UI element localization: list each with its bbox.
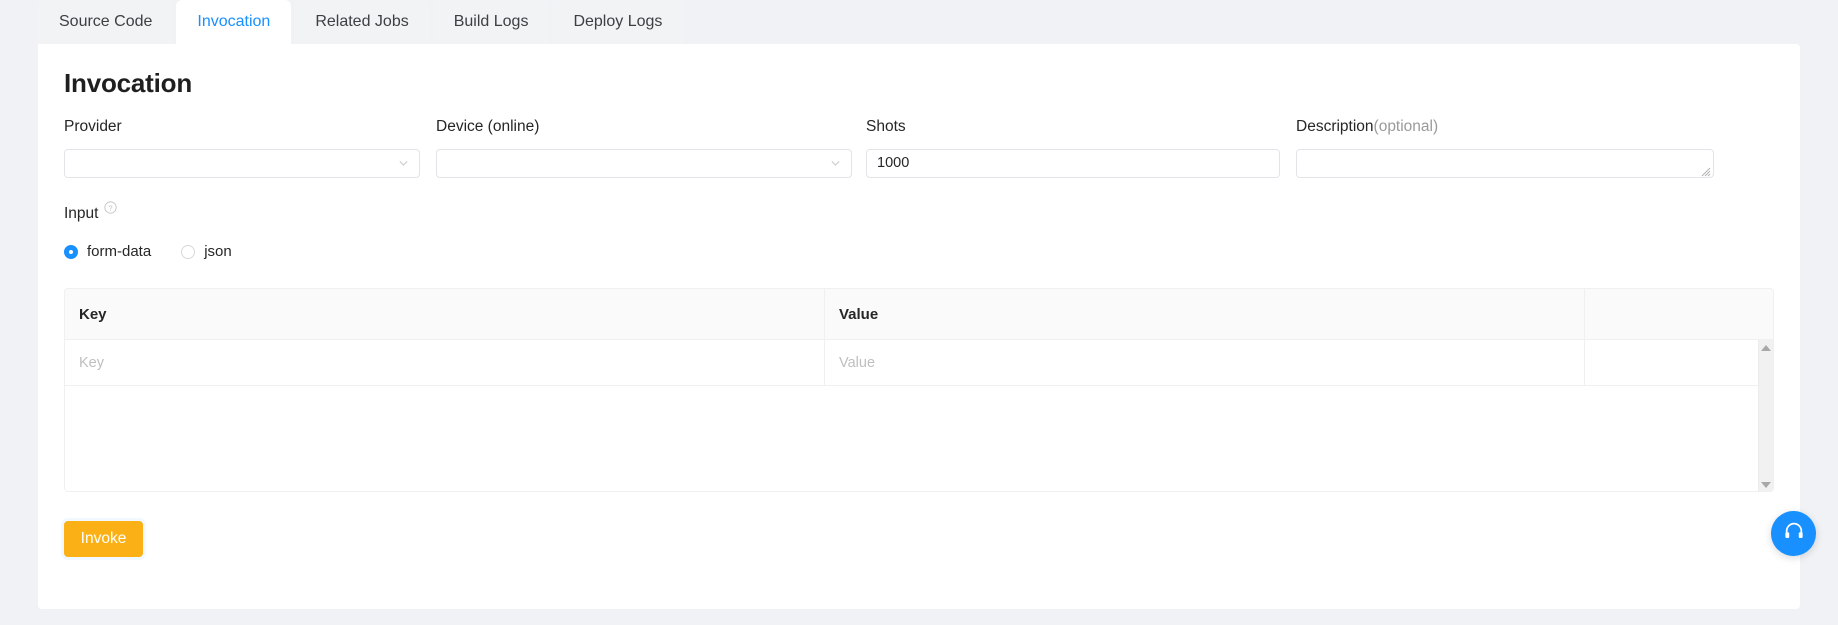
table-cell-action[interactable] <box>1585 340 1773 385</box>
description-label-text: Description <box>1296 118 1374 135</box>
invocation-form: Provider Device (online) Shots 1000 Desc… <box>64 119 1774 194</box>
provider-field: Provider <box>64 119 420 178</box>
tab-invocation[interactable]: Invocation <box>176 0 292 44</box>
table-header-action <box>1585 289 1773 339</box>
page-title: Invocation <box>64 68 193 98</box>
table-scrollbar[interactable] <box>1758 340 1773 491</box>
shots-field: Shots 1000 <box>866 119 1280 178</box>
scroll-up-button[interactable] <box>1759 341 1773 355</box>
radio-mark-icon <box>181 244 196 259</box>
scroll-down-button[interactable] <box>1759 478 1773 491</box>
tab-deploy-logs[interactable]: Deploy Logs <box>552 0 684 44</box>
table-cell-value[interactable]: Value <box>825 340 1585 385</box>
tab-label: Source Code <box>59 13 153 30</box>
table-header-value: Value <box>825 289 1585 339</box>
tab-bar: Source Code Invocation Related Jobs Buil… <box>0 0 1838 44</box>
tab-related-jobs[interactable]: Related Jobs <box>294 0 430 44</box>
tab-label: Deploy Logs <box>573 13 663 30</box>
resize-grip-icon[interactable] <box>1701 165 1711 176</box>
provider-select[interactable] <box>64 148 420 178</box>
headset-icon <box>1783 520 1805 547</box>
description-label: Description(optional) <box>1296 119 1714 135</box>
radio-mark-icon <box>64 244 78 259</box>
tab-source-code[interactable]: Source Code <box>38 0 174 44</box>
table-cell-key[interactable]: Key <box>65 340 825 385</box>
shots-label: Shots <box>866 118 906 135</box>
support-button[interactable] <box>1771 511 1816 556</box>
description-field: Description(optional) <box>1296 119 1714 178</box>
table-row[interactable]: Key Value <box>65 340 1773 386</box>
radio-label: form-data <box>87 243 152 260</box>
invocation-page: Source Code Invocation Related Jobs Buil… <box>0 0 1838 625</box>
table-empty-area <box>65 386 1773 491</box>
device-select[interactable] <box>436 148 852 178</box>
radio-json[interactable]: json <box>181 244 232 259</box>
shots-value: 1000 <box>877 154 910 171</box>
provider-label: Provider <box>64 118 122 135</box>
triangle-up-icon <box>1761 345 1771 351</box>
chevron-down-icon <box>398 158 409 169</box>
tab-label: Invocation <box>197 13 271 30</box>
svg-text:?: ? <box>109 203 113 212</box>
tab-label: Related Jobs <box>315 13 409 30</box>
tab-label: Build Logs <box>453 13 529 30</box>
device-label: Device (online) <box>436 118 540 135</box>
device-field: Device (online) <box>436 119 852 178</box>
input-section-label: Input ? <box>64 201 118 222</box>
invocation-card: Invocation Provider Device (online) Shot… <box>38 44 1800 609</box>
chevron-down-icon <box>830 158 841 169</box>
key-value-table: Key Value Key Value <box>64 288 1774 492</box>
description-label-optional: (optional) <box>1373 118 1439 135</box>
input-type-radio-group: form-data json <box>64 244 262 259</box>
radio-label: json <box>204 243 232 260</box>
tab-build-logs[interactable]: Build Logs <box>432 0 550 44</box>
question-circle-icon[interactable]: ? <box>104 201 118 214</box>
shots-input[interactable]: 1000 <box>866 148 1280 178</box>
radio-form-data[interactable]: form-data <box>64 244 151 259</box>
table-header-key: Key <box>65 289 825 339</box>
table-header-row: Key Value <box>65 289 1773 340</box>
triangle-down-icon <box>1761 482 1771 488</box>
input-label-text: Input <box>64 205 99 222</box>
description-textarea[interactable] <box>1296 148 1714 178</box>
invoke-button[interactable]: Invoke <box>64 521 143 557</box>
